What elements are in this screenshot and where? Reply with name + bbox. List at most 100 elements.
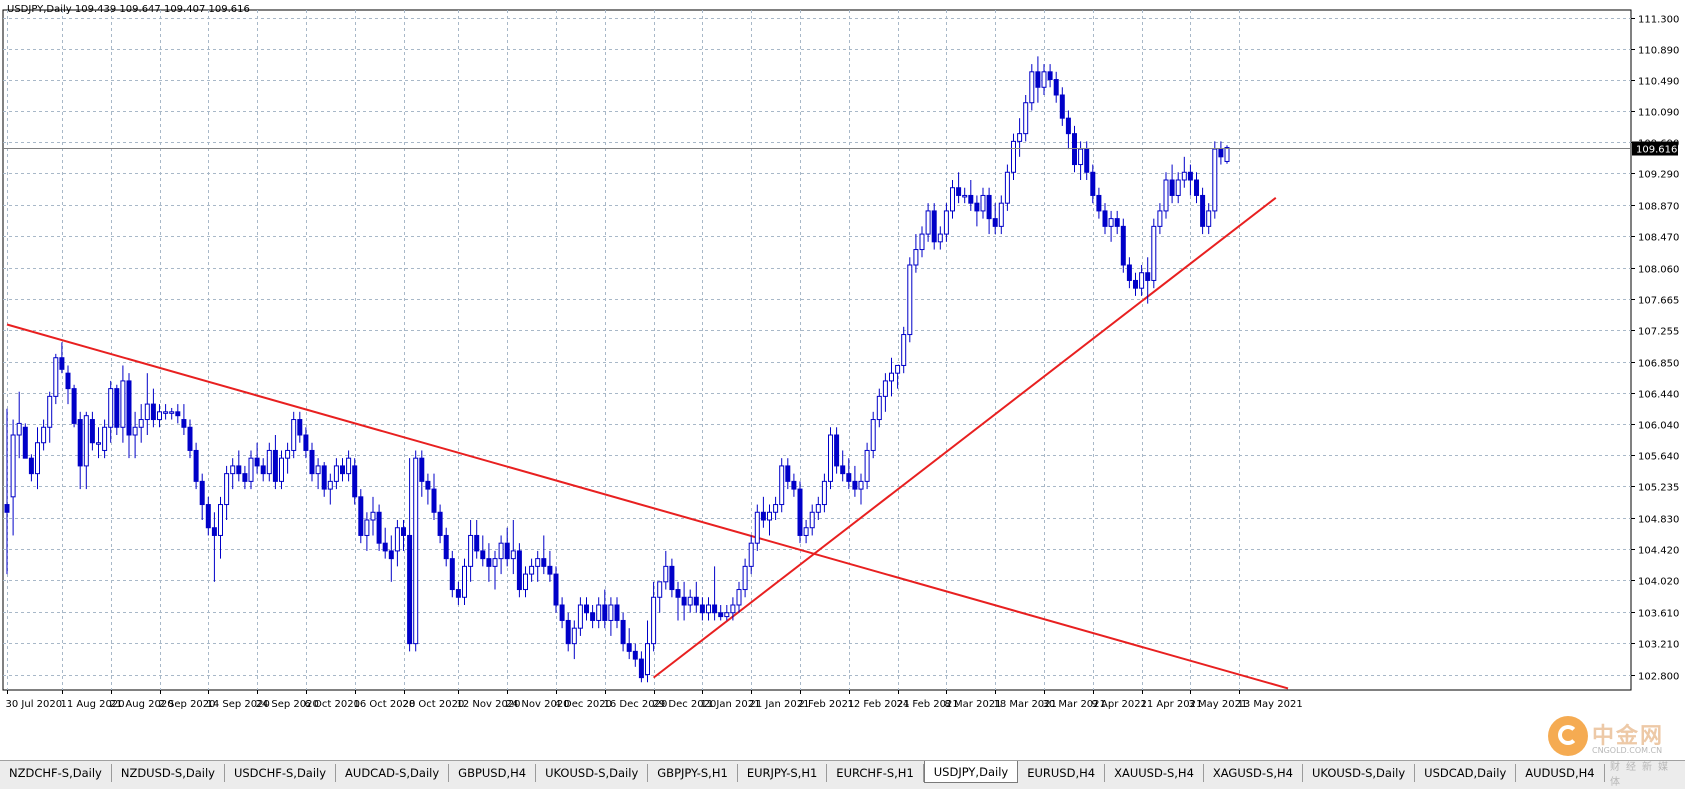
candle-body-down	[547, 565, 553, 575]
candle	[712, 566, 718, 621]
candle	[486, 543, 492, 582]
candle	[114, 384, 120, 435]
candle-body-up	[510, 550, 516, 560]
candle-body-down	[504, 542, 510, 560]
candle	[596, 597, 602, 629]
candle-body-down	[669, 565, 675, 591]
candle	[431, 473, 437, 520]
chart-tab[interactable]: XAGUSD-S,H4	[1204, 764, 1303, 782]
candle-body-down	[382, 542, 388, 552]
candle-body-down	[614, 604, 620, 621]
candle-body-down	[760, 511, 766, 521]
candle	[553, 566, 559, 613]
candle-body-up	[53, 357, 59, 397]
candle-body-down	[1102, 210, 1108, 227]
candle-body-up	[16, 422, 22, 436]
candle	[638, 651, 644, 683]
candle	[699, 597, 705, 621]
candlestick-chart[interactable]: 111.300110.890110.490110.090109.690109.2…	[0, 0, 1685, 760]
x-tick-label: 28 Oct 2020	[403, 699, 465, 710]
chart-tab[interactable]: USDJPY,Daily	[923, 761, 1019, 783]
chart-tab[interactable]: UKOUSD-S,Daily	[1303, 764, 1416, 782]
candle-body-up	[10, 434, 16, 498]
candle-body-down	[407, 534, 413, 645]
chart-tab[interactable]: GBPUSD,H4	[449, 764, 537, 782]
chart-title: USDJPY,Daily 109.439 109.647 109.407 109…	[7, 4, 250, 15]
candle	[968, 180, 974, 211]
candle-body-down	[986, 194, 992, 220]
candle-body-down	[626, 643, 632, 652]
chart-tab[interactable]: XAUUSD-S,H4	[1105, 764, 1204, 782]
candle	[144, 373, 150, 435]
candle-body-down	[59, 357, 65, 370]
candle-body-up	[346, 457, 352, 475]
candle	[669, 558, 675, 598]
candles	[4, 56, 1230, 683]
chart-tab[interactable]: UKOUSD-S,Daily	[536, 764, 649, 782]
candle-body-down	[65, 372, 71, 390]
y-tick-label: 108.870	[1638, 202, 1679, 213]
candle-body-up	[1078, 148, 1084, 166]
candle	[266, 442, 272, 482]
candle-body-up	[577, 604, 583, 629]
candle-body-down	[401, 527, 406, 536]
candle-body-down	[846, 473, 852, 482]
candle	[16, 391, 22, 459]
candle	[1035, 56, 1041, 103]
candle	[504, 527, 510, 567]
chart-tab[interactable]: NZDUSD-S,Daily	[112, 764, 225, 782]
chart-tab[interactable]: GBPJPY-S,H1	[648, 764, 738, 782]
chart-tab[interactable]: USDCHF-S,Daily	[225, 764, 337, 782]
chart-tab[interactable]: NZDCHF-S,Daily	[0, 764, 112, 782]
chart-area[interactable]: 111.300110.890110.490110.090109.690109.2…	[0, 0, 1685, 760]
candle	[590, 605, 596, 629]
candle	[224, 465, 230, 520]
chart-tab[interactable]: EURUSD,H4	[1018, 764, 1106, 782]
candle	[297, 411, 303, 443]
candle-body-up	[96, 442, 101, 445]
y-tick-label: 105.640	[1638, 452, 1679, 463]
candle-body-up	[218, 504, 223, 536]
candle-body-up	[413, 457, 419, 645]
candle-body-up	[224, 473, 230, 506]
candle-body-down	[1194, 179, 1199, 196]
candle-body-down	[797, 488, 803, 536]
candle	[510, 520, 516, 575]
candle-body-down	[211, 527, 217, 536]
candle-body-up	[980, 194, 986, 212]
candle	[706, 597, 711, 621]
candle-body-up	[730, 604, 736, 614]
candle-body-up	[102, 426, 108, 451]
candle-body-down	[449, 558, 455, 591]
candle-body-up	[108, 388, 114, 428]
candle	[327, 473, 333, 505]
candle	[59, 342, 65, 374]
candle-body-down	[553, 573, 559, 606]
candle-body-up	[1181, 171, 1187, 181]
candle	[956, 172, 962, 204]
candle	[547, 550, 553, 582]
candle	[1194, 172, 1199, 204]
chart-tab[interactable]: EURJPY-S,H1	[738, 764, 828, 782]
candle-body-down	[358, 496, 364, 536]
chart-tab[interactable]: AUDCAD-S,Daily	[336, 764, 450, 782]
candle	[815, 496, 821, 520]
candle-body-up	[291, 419, 297, 451]
candle	[681, 581, 687, 621]
candle-body-up	[230, 465, 236, 475]
candle-body-up	[157, 411, 162, 421]
candle-body-up	[364, 519, 370, 536]
candle	[358, 489, 364, 544]
candle-body-down	[376, 511, 382, 544]
candle	[181, 404, 187, 435]
candle	[1181, 156, 1187, 188]
candle	[608, 597, 614, 636]
candle	[986, 187, 992, 235]
y-tick-label: 104.420	[1638, 546, 1679, 557]
candle	[858, 473, 864, 505]
candle	[919, 226, 925, 258]
chart-tab[interactable]: EURCHF-S,H1	[827, 764, 924, 782]
candle	[937, 226, 943, 250]
chart-tab[interactable]: USDCAD,Daily	[1415, 764, 1517, 782]
candle	[1102, 203, 1108, 235]
